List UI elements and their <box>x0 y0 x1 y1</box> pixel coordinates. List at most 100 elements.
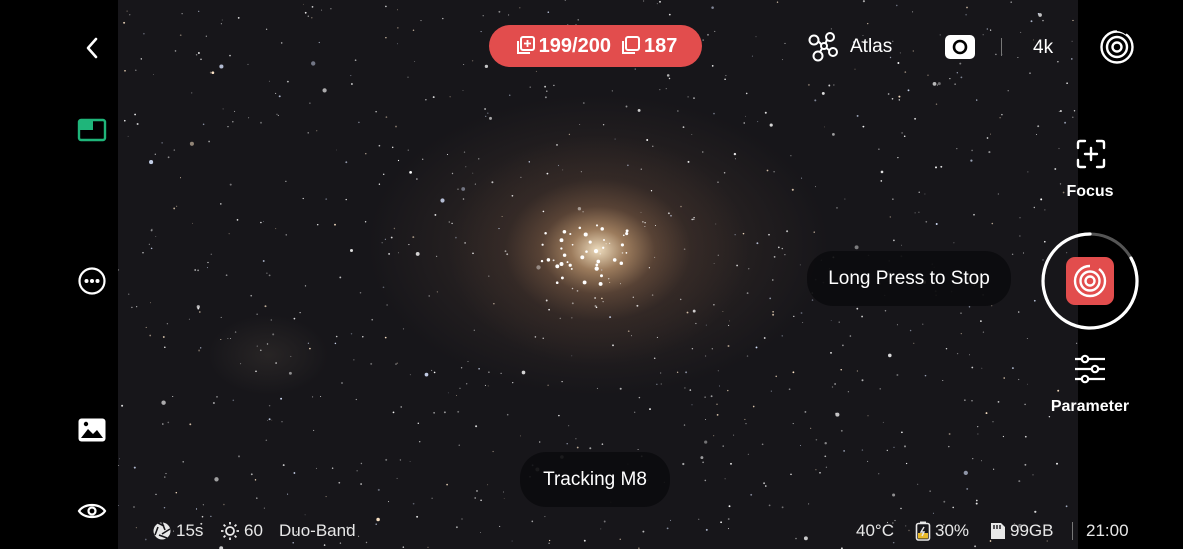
star <box>1018 480 1021 483</box>
star <box>995 53 997 56</box>
star <box>799 264 801 266</box>
star <box>457 188 459 190</box>
star <box>844 198 846 200</box>
star <box>415 251 420 256</box>
star <box>577 19 579 21</box>
star <box>140 58 142 60</box>
star <box>354 59 357 62</box>
star <box>792 423 794 425</box>
star <box>375 523 377 525</box>
star <box>248 117 250 119</box>
star <box>602 124 605 126</box>
star <box>506 413 509 416</box>
more-button[interactable] <box>76 265 108 297</box>
shutter-button[interactable] <box>1039 230 1141 332</box>
atlas-button[interactable]: Atlas <box>806 30 906 64</box>
star <box>935 223 938 225</box>
cluster-star <box>600 227 604 231</box>
star <box>894 519 896 522</box>
star <box>793 315 795 318</box>
star <box>143 32 145 35</box>
star <box>742 232 745 235</box>
star <box>711 65 714 67</box>
star <box>395 363 397 365</box>
star <box>133 506 135 508</box>
atlas-icon <box>808 32 838 62</box>
star <box>893 446 895 448</box>
star <box>256 313 258 315</box>
star <box>118 269 120 271</box>
star <box>402 546 405 548</box>
star <box>503 498 505 500</box>
star <box>181 13 183 15</box>
star <box>729 320 731 322</box>
star <box>670 519 671 521</box>
star <box>529 86 531 88</box>
star <box>230 338 232 339</box>
resolution-button[interactable]: 4k <box>1033 37 1053 59</box>
star <box>509 94 511 96</box>
star <box>707 33 709 36</box>
star <box>914 212 916 214</box>
layout-toggle-button[interactable] <box>76 116 108 144</box>
star <box>311 61 316 66</box>
cluster-star <box>559 262 564 266</box>
star <box>206 267 208 269</box>
star <box>601 443 604 445</box>
star <box>619 387 622 390</box>
star <box>136 306 138 308</box>
star <box>713 112 715 115</box>
star <box>321 9 323 11</box>
star <box>990 133 992 135</box>
star <box>492 450 494 453</box>
star <box>485 115 487 118</box>
star <box>162 336 165 338</box>
star <box>458 444 460 446</box>
star <box>388 501 390 503</box>
star <box>611 90 613 92</box>
star <box>397 159 400 162</box>
star <box>304 11 307 14</box>
star <box>161 142 163 144</box>
star <box>382 173 385 176</box>
star <box>276 113 278 115</box>
star <box>1011 367 1014 370</box>
capture-counter-pill: 199/200 187 <box>489 25 702 67</box>
target-button[interactable] <box>1098 28 1136 66</box>
parameter-button[interactable] <box>1070 352 1110 386</box>
star <box>461 518 463 520</box>
star <box>376 517 380 522</box>
focus-button[interactable] <box>1072 136 1110 172</box>
star <box>323 544 326 546</box>
star <box>167 421 170 424</box>
cluster-star <box>612 258 617 262</box>
star <box>718 385 720 387</box>
cluster-star <box>562 230 567 234</box>
gallery-button[interactable] <box>76 415 108 445</box>
star <box>268 274 271 277</box>
star <box>195 508 198 510</box>
star <box>350 83 353 85</box>
star <box>680 205 682 208</box>
star <box>412 236 415 239</box>
star <box>948 433 951 435</box>
star <box>908 529 910 532</box>
star <box>150 247 153 250</box>
back-button[interactable] <box>78 34 106 62</box>
star <box>713 263 715 264</box>
camera-toggle-button[interactable] <box>943 33 977 61</box>
star <box>546 172 549 175</box>
star <box>702 461 704 464</box>
star <box>814 186 816 188</box>
star <box>210 253 213 256</box>
star <box>959 62 962 65</box>
star <box>683 424 686 426</box>
star <box>197 269 200 272</box>
star <box>255 370 257 373</box>
visibility-toggle-button[interactable] <box>76 497 108 525</box>
cluster-star <box>585 250 588 253</box>
star <box>1037 125 1040 128</box>
star <box>705 355 707 357</box>
star <box>293 472 296 474</box>
header-divider <box>1001 38 1002 56</box>
